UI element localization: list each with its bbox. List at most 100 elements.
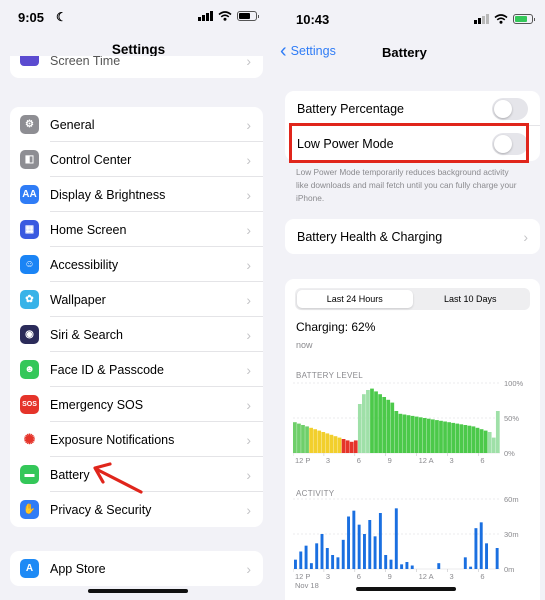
status-time: 9:05 (18, 10, 45, 25)
x-tick-label: 12 P (295, 572, 310, 581)
chart-bar (405, 562, 409, 569)
chart-bar (394, 411, 399, 453)
chart-bar (325, 433, 330, 453)
chart-bar (384, 555, 388, 569)
chevron-right-icon: › (246, 221, 251, 238)
settings-row-label: Screen Time (50, 56, 121, 68)
settings-row-emergency-sos[interactable]: SOS Emergency SOS › (10, 387, 263, 422)
y-tick-label: 0% (504, 449, 515, 458)
settings-row-display-brightness[interactable]: AA Display & Brightness › (10, 177, 263, 212)
activity-chart: 60m 30m 0m 12 P 3 6 9 12 A 3 6 Nov 18 (293, 495, 519, 590)
chart-bar (467, 425, 472, 453)
y-tick-label: 100% (504, 379, 524, 388)
text-size-icon: AA (20, 185, 39, 204)
chart-bar (305, 426, 309, 453)
chart-bar (495, 411, 500, 453)
chart-bar (345, 440, 350, 453)
battery-icon: ▬ (20, 465, 39, 484)
chart-bar (309, 427, 313, 453)
chart-bar (463, 557, 467, 569)
highlight-box (289, 123, 529, 163)
chart-bar (362, 394, 366, 453)
chart-bar (410, 415, 415, 453)
battery-charging-status-icon (513, 14, 535, 24)
chart-bar (471, 426, 476, 453)
settings-row-siri-search[interactable]: ◉ Siri & Search › (10, 317, 263, 352)
x-tick-label: 12 P (295, 456, 310, 465)
chart-bar (400, 564, 404, 569)
status-icons (198, 11, 259, 21)
chart-bar (451, 422, 456, 453)
hand-icon: ✋ (20, 500, 39, 519)
exposure-icon: ✺ (20, 430, 39, 449)
chart-bar (378, 394, 382, 453)
chart-bar (293, 422, 297, 453)
chart-bar (363, 534, 366, 569)
chevron-right-icon: › (246, 431, 251, 448)
chevron-right-icon: › (246, 501, 251, 518)
settings-row-home-screen[interactable]: ▦ Home Screen › (10, 212, 263, 247)
chart-bar (301, 425, 305, 453)
chart-bar (320, 534, 324, 569)
chart-bar (321, 432, 326, 453)
settings-row-label: App Store (50, 561, 106, 576)
y-tick-label: 50% (504, 414, 519, 423)
hourglass-icon (20, 56, 39, 66)
settings-row-accessibility[interactable]: ☺ Accessibility › (10, 247, 263, 282)
charging-status: Charging: 62% (296, 320, 376, 334)
settings-row-exposure-notifications[interactable]: ✺ Exposure Notifications › (10, 422, 263, 457)
chevron-right-icon: › (246, 116, 251, 133)
chart-bar (479, 429, 484, 453)
chart-bar (479, 522, 483, 569)
back-button[interactable]: ‹ Settings (280, 41, 336, 61)
settings-row-face-id-passcode[interactable]: ☻ Face ID & Passcode › (10, 352, 263, 387)
x-tick-label: 3 (326, 456, 330, 465)
segment-last-24-hours[interactable]: Last 24 Hours (297, 290, 413, 308)
chevron-right-icon: › (246, 396, 251, 413)
battery-health-row[interactable]: Battery Health & Charging › (285, 219, 540, 254)
chart-bar (378, 513, 382, 569)
chart-bar (382, 397, 387, 453)
chart-bar (390, 402, 395, 453)
battery-screen: 10:43 ‹ Settings Battery Battery Percent… (272, 0, 545, 600)
chart-bar (331, 555, 335, 569)
annotation-arrow (93, 462, 143, 494)
chevron-right-icon: › (523, 228, 528, 245)
settings-row-general[interactable]: ⚙ General › (10, 107, 263, 142)
chart-bar (398, 413, 403, 453)
chart-bar (422, 418, 427, 453)
chevron-right-icon: › (246, 186, 251, 203)
app-store-icon: A (20, 559, 39, 578)
chart-bar (336, 557, 340, 569)
settings-row-app-store[interactable]: A App Store › (10, 551, 263, 586)
chevron-right-icon: › (246, 560, 251, 577)
settings-row-screen-time[interactable]: Screen Time › (10, 56, 263, 78)
chart-bar (313, 429, 318, 453)
x-tick-label: 12 A (419, 572, 434, 581)
battery-percentage-row: Battery Percentage (285, 91, 540, 126)
toggles-icon: ◧ (20, 150, 39, 169)
gear-icon: ⚙ (20, 115, 39, 134)
chart-bar (475, 427, 480, 453)
y-tick-label: 0m (504, 565, 514, 574)
chart-bar (495, 548, 499, 569)
chart-bar (439, 420, 443, 453)
accessibility-icon: ☺ (20, 255, 39, 274)
settings-row-label: Battery (50, 467, 90, 482)
settings-row-label: Accessibility (50, 257, 119, 272)
settings-row-wallpaper[interactable]: ✿ Wallpaper › (10, 282, 263, 317)
settings-row-privacy-security[interactable]: ✋ Privacy & Security › (10, 492, 263, 527)
settings-row-label: Display & Brightness (50, 187, 166, 202)
chart-bar (447, 422, 451, 453)
battery-level-chart: 100% 50% 0% 12 P 3 6 9 12 A 3 6 (293, 379, 524, 465)
segment-last-10-days[interactable]: Last 10 Days (413, 290, 529, 308)
chart-bar (437, 563, 441, 569)
face-id-icon: ☻ (20, 360, 39, 379)
battery-percentage-toggle[interactable] (492, 97, 528, 120)
x-tick-label: 6 (480, 456, 484, 465)
settings-row-control-center[interactable]: ◧ Control Center › (10, 142, 263, 177)
chart-bar (341, 539, 345, 569)
chart-bar (357, 524, 361, 569)
y-tick-label: 60m (504, 495, 519, 504)
moon-icon: ☾ (56, 10, 67, 24)
